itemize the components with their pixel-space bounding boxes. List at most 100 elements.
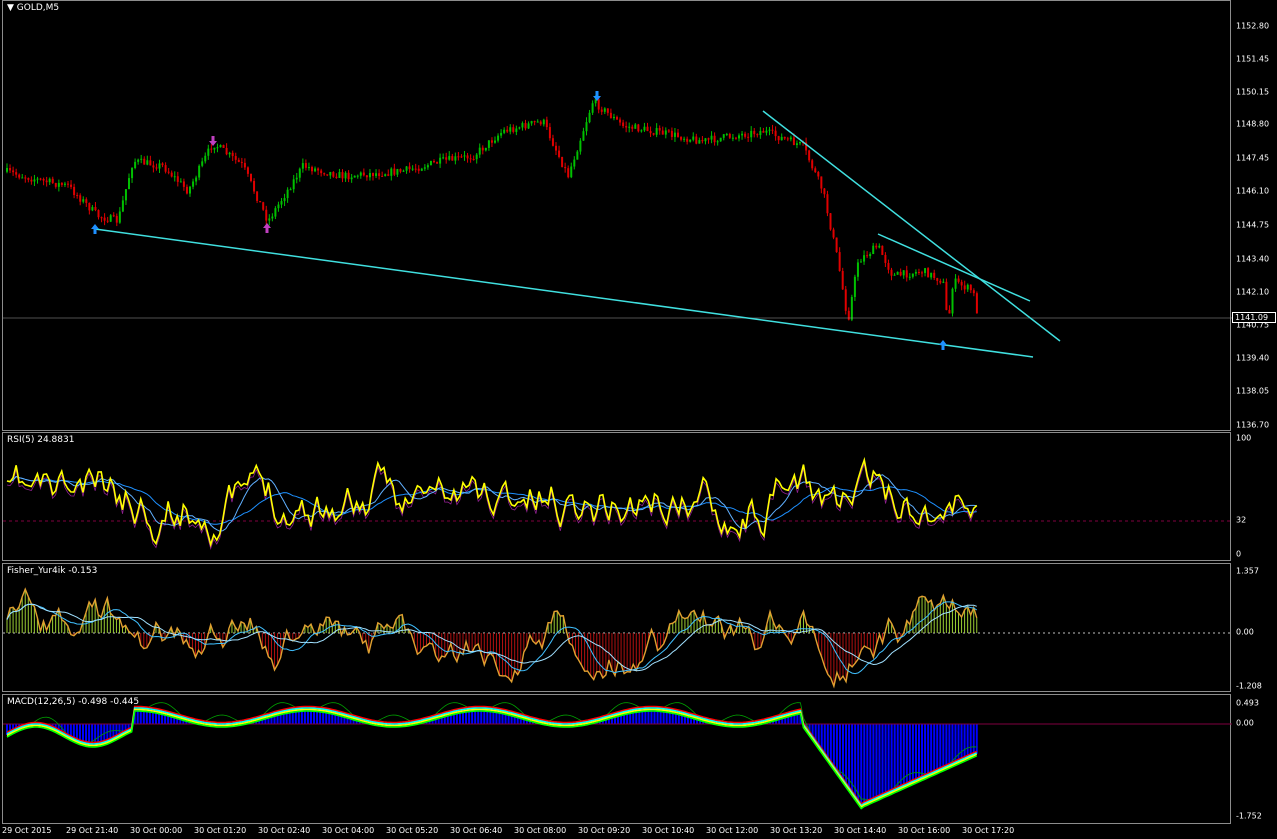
candle-body — [628, 126, 631, 128]
candle-body — [85, 199, 88, 203]
candle-body — [631, 126, 634, 129]
candle-body — [451, 156, 454, 161]
candle-body — [497, 135, 500, 141]
candle-body — [622, 122, 625, 127]
candle-body — [253, 180, 256, 192]
candle-body — [939, 280, 942, 283]
candle-body — [246, 167, 249, 174]
candle-body — [582, 131, 585, 141]
candle-body — [219, 145, 222, 148]
candle-body — [225, 147, 228, 155]
candle-body — [454, 156, 457, 161]
candle-body — [579, 140, 582, 152]
candle-body — [372, 173, 374, 176]
fractal-down-arrow-icon — [593, 91, 601, 101]
time-tick-label: 30 Oct 16:00 — [898, 826, 951, 835]
axis-tick-label: 1150.15 — [1236, 87, 1270, 97]
candle-body — [429, 160, 432, 166]
candle-body — [457, 156, 460, 158]
candle-body — [515, 128, 518, 132]
candle-body — [228, 152, 231, 155]
axis-tick-label: 1138.05 — [1236, 386, 1270, 396]
price-axis[interactable]: 1152.80 1151.45 1150.15 1148.80 1147.45 1146.… — [1232, 0, 1276, 431]
macd-pane[interactable]: MACD(12,26,5) -0.498 -0.445 — [2, 694, 1232, 824]
candle-body — [799, 141, 801, 144]
candle-body — [576, 151, 579, 160]
symbol-label: GOLD,M5 — [16, 3, 60, 13]
candle-body — [320, 170, 323, 174]
candle-body — [478, 147, 481, 155]
candle-body — [103, 217, 106, 221]
candle-body — [814, 168, 817, 173]
candle-body — [311, 167, 313, 172]
candle-body — [274, 208, 277, 217]
candle-body — [118, 211, 121, 223]
candle-body — [661, 130, 664, 135]
candle-body — [222, 145, 225, 148]
candle-body — [774, 130, 777, 137]
candle-body — [91, 207, 94, 211]
candle-body — [326, 174, 329, 176]
candle-body — [692, 136, 695, 140]
candle-body — [204, 155, 207, 162]
candle-body — [259, 200, 262, 203]
candle-body — [722, 134, 725, 138]
time-axis[interactable]: 29 Oct 2015 29 Oct 21:40 30 Oct 00:00 30 Oc… — [0, 825, 1277, 839]
candle-body — [930, 272, 933, 278]
axis-tick-label: 1143.40 — [1236, 254, 1270, 264]
candle-body — [542, 119, 545, 125]
fractal-up-arrow-icon — [939, 340, 947, 350]
macd-canvas — [3, 702, 1232, 810]
candle-body — [143, 158, 146, 165]
candle-body — [506, 129, 509, 132]
candle-body — [655, 128, 658, 135]
candle-body — [643, 126, 646, 131]
candles-group — [6, 95, 978, 322]
fisher-pane[interactable]: Fisher_Yur4ik -0.153 — [2, 563, 1232, 692]
candle-body — [359, 172, 362, 176]
candle-body — [396, 169, 399, 175]
candle-body — [100, 217, 103, 219]
candle-body — [899, 271, 902, 276]
candle-body — [860, 261, 862, 263]
rsi-pane[interactable]: RSI(5) 24.8831 — [2, 432, 1232, 561]
candle-body — [24, 177, 27, 179]
candle-body — [503, 129, 506, 133]
candle-body — [600, 109, 603, 112]
candle-body — [256, 191, 259, 201]
candle-body — [795, 143, 798, 145]
time-tick-label: 29 Oct 21:40 — [66, 826, 119, 835]
price-chart-pane[interactable]: ▼ GOLD,M5 — [2, 0, 1232, 431]
candle-body — [811, 160, 814, 169]
candle-body — [433, 160, 435, 163]
candle-body — [472, 158, 475, 160]
candle-body — [365, 175, 368, 178]
candle-body — [606, 108, 609, 113]
candle-body — [448, 156, 451, 160]
candle-body — [893, 274, 896, 276]
candle-body — [231, 152, 234, 157]
candle-body — [213, 147, 216, 150]
candle-body — [289, 189, 292, 191]
candle-body — [155, 167, 158, 169]
candle-body — [82, 199, 85, 202]
axis-tick-label: -1.208 — [1236, 681, 1262, 691]
candle-body — [728, 133, 731, 138]
candle-body — [866, 255, 869, 257]
axis-tick-label: 1147.45 — [1236, 153, 1270, 163]
candle-body — [826, 194, 829, 214]
candle-body — [27, 178, 30, 180]
chart-menu-triangle-icon[interactable]: ▼ — [7, 3, 17, 13]
candle-body — [179, 181, 182, 183]
candle-body — [131, 168, 134, 179]
candle-body — [134, 161, 137, 169]
candle-body — [237, 159, 240, 162]
candle-body — [969, 284, 972, 291]
candle-body — [698, 140, 701, 144]
candle-body — [36, 178, 39, 180]
candle-body — [121, 200, 124, 212]
candle-body — [975, 293, 978, 314]
candle-body — [759, 130, 762, 136]
candle-body — [323, 173, 326, 175]
candle-body — [536, 121, 539, 123]
